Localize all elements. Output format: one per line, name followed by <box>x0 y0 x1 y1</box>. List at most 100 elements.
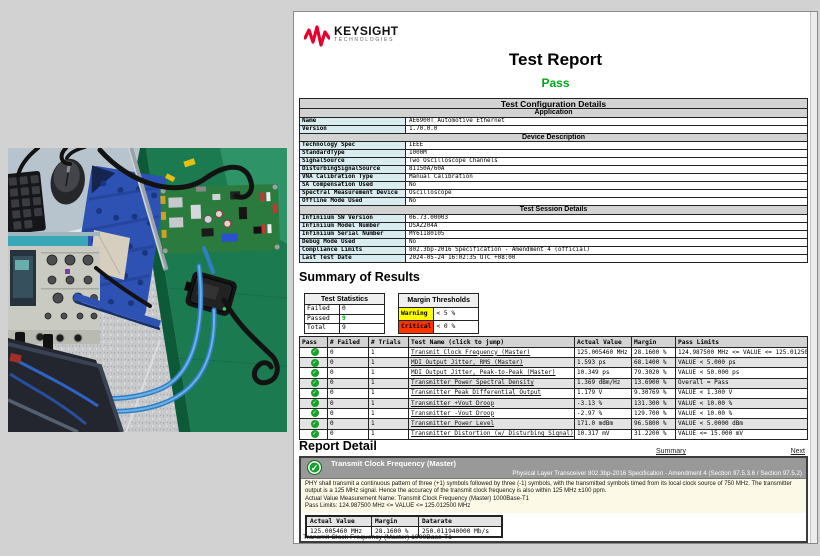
pass-cell: ✓ <box>300 409 328 419</box>
margin-cell: 131.300 % <box>632 398 676 408</box>
test-name-cell: Transmitter Peak Differential Output <box>409 388 575 398</box>
config-value: 2024-05-24 16:02:35 UTC +08:00 <box>406 255 807 262</box>
margin-cell: 28.1600 % <box>632 348 676 358</box>
test-name-cell: Transmitter Power Level <box>409 419 575 429</box>
scrollbar-track[interactable] <box>810 12 817 543</box>
trials-cell: 1 <box>369 419 409 429</box>
config-row: Infiniium SW Version06.73.00003 <box>299 214 808 223</box>
test-name-link[interactable]: Transmitter Power Spectral Density <box>411 379 534 386</box>
result-row: ✓01MDI Output Jitter, Peak-to-Peak (Mast… <box>300 368 808 378</box>
trials-cell: 1 <box>369 368 409 378</box>
config-label: Offline Mode Used <box>300 198 406 205</box>
test-name-link[interactable]: Transmit Clock Frequency (Master) <box>411 349 530 356</box>
stat-value: 0 <box>340 305 385 315</box>
failed-cell: 0 <box>328 419 369 429</box>
config-row: DisturbingSignalSource81150A/60A <box>299 165 808 174</box>
mini-table-row: Warning< 5 % <box>399 308 479 321</box>
config-label: Debug Mode Used <box>300 239 406 246</box>
overall-result: Pass <box>294 76 817 90</box>
results-header-row: Pass# Failed# TrialsTest Name (click to … <box>300 337 808 348</box>
test-name-link[interactable]: Transmitter Power Level <box>411 420 494 427</box>
result-row: ✓01Transmitter Power Spectral Density1.3… <box>300 378 808 388</box>
actual-value-cell: 1.179 V <box>575 388 632 398</box>
limits-cell: VALUE < 5.000 ps <box>676 358 808 368</box>
test-name-link[interactable]: Transmitter Peak Differential Output <box>411 389 541 396</box>
detail-spec-reference: Physical Layer Transceiver 802.3bp-2016 … <box>512 470 802 477</box>
check-circle-icon: ✓ <box>311 420 319 428</box>
config-row: SignalSourceTwo Oscilloscope Channels <box>299 157 808 166</box>
stat-label: Total <box>305 324 340 334</box>
summary-heading: Summary of Results <box>299 270 420 284</box>
pass-cell: ✓ <box>300 348 328 358</box>
column-header: Actual Value <box>575 337 632 348</box>
check-circle-icon: ✓ <box>311 359 319 367</box>
result-row: ✓01Transmitter Peak Differential Output1… <box>300 388 808 398</box>
stat-value: < 0 % <box>434 320 479 333</box>
actual-value-cell: -2.97 % <box>575 409 632 419</box>
actual-value-cell: 10.349 ps <box>575 368 632 378</box>
test-name-cell: MDI Output Jitter, RMS (Master) <box>409 358 575 368</box>
config-value: 06.73.00003 <box>406 215 807 222</box>
test-pcb <box>160 184 280 254</box>
margin-cell: 79.3020 % <box>632 368 676 378</box>
config-label: VNA Calibration Type <box>300 174 406 181</box>
config-label: Infiniium Serial Number <box>300 231 406 238</box>
config-value: Two Oscilloscope Channels <box>406 158 807 165</box>
config-row: Last Test Date2024-05-24 16:02:35 UTC +0… <box>299 254 808 263</box>
config-label: SA Compensation Used <box>300 182 406 189</box>
detail-footer: Transmit Clock Frequency (Master) 1000Ba… <box>303 534 452 541</box>
detail-column-header: Margin <box>372 516 419 527</box>
config-row: Technology SpecIEEE <box>299 141 808 150</box>
trials-cell: 1 <box>369 429 409 439</box>
detail-header-row: Actual ValueMarginDatarate <box>306 516 502 527</box>
config-value: 802.3bp-2016 Specification - Amendment 4… <box>406 247 807 254</box>
margin-cell: 68.1400 % <box>632 358 676 368</box>
limits-cell: VALUE < 50.000 ps <box>676 368 808 378</box>
actual-value-cell: -3.13 % <box>575 398 632 408</box>
mini-table-header-row: Margin Thresholds <box>399 294 479 308</box>
test-name-link[interactable]: Transmitter -Vout Droop <box>411 410 494 417</box>
brand-name: KEYSIGHT <box>334 25 399 37</box>
result-row: ✓01Transmit Clock Frequency (Master)125.… <box>300 348 808 358</box>
test-name-link[interactable]: MDI Output Jitter, RMS (Master) <box>411 359 523 366</box>
keyboard <box>8 171 46 235</box>
margin-thresholds-table: Margin ThresholdsWarning< 5 %Critical< 0… <box>398 293 479 334</box>
check-circle-icon: ✓ <box>311 399 319 407</box>
brand-subname: TECHNOLOGIES <box>334 37 399 44</box>
mini-table-title: Margin Thresholds <box>399 294 479 308</box>
config-row: Infiniium Serial NumberMY61180105 <box>299 230 808 239</box>
test-name-link[interactable]: MDI Output Jitter, Peak-to-Peak (Master) <box>411 369 556 376</box>
stat-label: Passed <box>305 314 340 324</box>
trials-cell: 1 <box>369 388 409 398</box>
result-row: ✓01Transmitter +Vout Droop-3.13 %131.300… <box>300 398 808 408</box>
column-header: # Trials <box>369 337 409 348</box>
config-row: NameAE6900T Automotive Ethernet <box>299 117 808 126</box>
actual-value-cell: 1.369 dBm/Hz <box>575 378 632 388</box>
test-name-link[interactable]: Transmitter Distortion (w/ Disturbing Si… <box>411 430 574 437</box>
column-header: Pass Limits <box>676 337 808 348</box>
margin-cell: 129.700 % <box>632 409 676 419</box>
failed-cell: 0 <box>328 429 369 439</box>
detail-header-bar: ✓ Transmit Clock Frequency (Master) Phys… <box>301 458 806 478</box>
config-label: Technology Spec <box>300 142 406 149</box>
config-table: ApplicationNameAE6900T Automotive Ethern… <box>299 108 808 263</box>
keysight-spark-icon <box>304 25 330 47</box>
check-circle-icon: ✓ <box>311 379 319 387</box>
result-row: ✓01Transmitter -Vout Droop-2.97 %129.700… <box>300 409 808 419</box>
failed-cell: 0 <box>328 378 369 388</box>
limits-cell: VALUE < 10.00 % <box>676 409 808 419</box>
test-name-cell: Transmitter Distortion (w/ Disturbing Si… <box>409 429 575 439</box>
test-statistics-table: Test StatisticsFailed0Passed9Total9 <box>304 293 385 334</box>
config-value: 81150A/60A <box>406 166 807 173</box>
test-name-cell: Transmitter -Vout Droop <box>409 409 575 419</box>
oscilloscope <box>8 232 100 352</box>
test-name-link[interactable]: Transmitter +Vout Droop <box>411 400 494 407</box>
next-link[interactable]: Next <box>791 448 805 455</box>
test-report-page: KEYSIGHT TECHNOLOGIES Test Report Pass T… <box>293 11 818 544</box>
trials-cell: 1 <box>369 409 409 419</box>
config-row: VNA Calibration TypeManual Calibration <box>299 173 808 182</box>
summary-link[interactable]: Summary <box>656 448 686 455</box>
detail-column-header: Actual Value <box>306 516 372 527</box>
pass-cell: ✓ <box>300 419 328 429</box>
trials-cell: 1 <box>369 398 409 408</box>
